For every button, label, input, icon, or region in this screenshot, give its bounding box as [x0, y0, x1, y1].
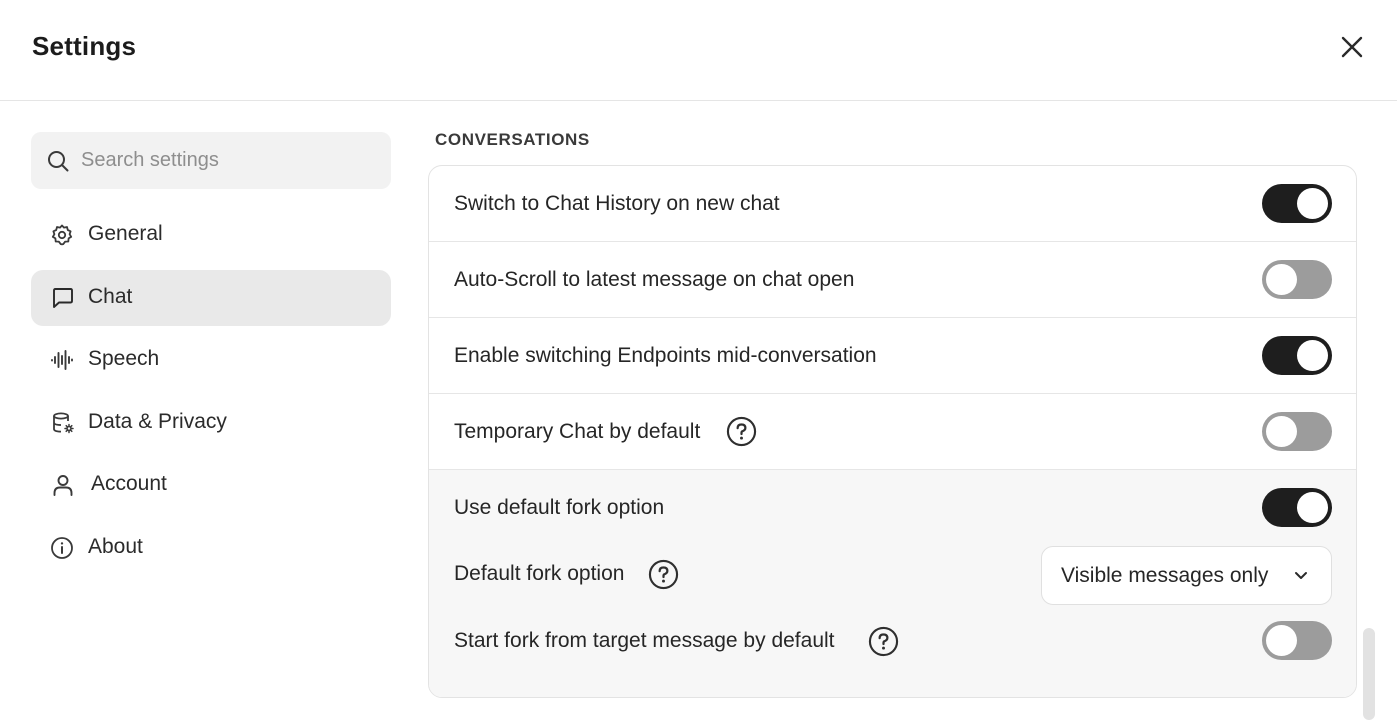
close-button[interactable] — [1334, 29, 1370, 65]
search-input[interactable] — [81, 132, 381, 189]
sidebar-item-label: Speech — [88, 347, 160, 370]
temporary-chat-toggle[interactable] — [1262, 412, 1332, 451]
sidebar-item-label: Account — [91, 472, 167, 495]
sidebar-item-label: Data & Privacy — [88, 410, 227, 433]
info-icon — [51, 537, 73, 559]
sidebar-item-data-privacy[interactable]: Data & Privacy — [31, 395, 391, 451]
use-default-fork-label: Use default fork option — [454, 496, 665, 519]
message-square-icon — [53, 288, 73, 308]
setting-row-chat-history: Switch to Chat History on new chat — [429, 166, 1356, 242]
dialog-title: Settings — [32, 31, 137, 61]
use-default-fork-toggle[interactable] — [1262, 488, 1332, 527]
toggle-knob — [1266, 416, 1297, 447]
search-icon — [48, 151, 69, 172]
toggle-knob — [1297, 492, 1328, 523]
gear-icon — [51, 224, 73, 246]
close-icon — [1341, 36, 1363, 58]
sidebar-item-speech[interactable]: Speech — [31, 332, 391, 388]
setting-label: Enable switching Endpoints mid-conversat… — [454, 344, 877, 367]
sidebar-item-about[interactable]: About — [31, 520, 391, 576]
sidebar-item-label: General — [88, 222, 163, 245]
help-icon[interactable] — [648, 559, 679, 590]
fork-settings-group: Use default fork option Default fork opt… — [429, 470, 1356, 697]
sidebar-item-label: About — [88, 535, 143, 558]
setting-label: Temporary Chat by default — [454, 420, 701, 443]
default-fork-option-select[interactable]: Visible messages only — [1041, 546, 1332, 605]
sidebar-item-chat[interactable]: Chat — [31, 270, 391, 326]
scrollbar-thumb[interactable] — [1363, 628, 1375, 720]
switch-endpoints-toggle[interactable] — [1262, 336, 1332, 375]
sidebar-item-label: Chat — [88, 285, 133, 308]
setting-row-temporary-chat: Temporary Chat by default — [429, 394, 1356, 470]
toggle-knob — [1297, 188, 1328, 219]
chat-history-toggle[interactable] — [1262, 184, 1332, 223]
search-box[interactable] — [31, 132, 391, 189]
settings-card: Switch to Chat History on new chat Auto-… — [428, 165, 1357, 698]
toggle-knob — [1297, 340, 1328, 371]
sidebar-item-account[interactable]: Account — [31, 457, 391, 513]
setting-label: Switch to Chat History on new chat — [454, 192, 780, 215]
dialog-header: Settings — [0, 0, 1397, 101]
toggle-knob — [1266, 625, 1297, 656]
section-title: CONVERSATIONS — [435, 130, 590, 149]
help-icon[interactable] — [868, 626, 899, 657]
setting-label: Auto-Scroll to latest message on chat op… — [454, 268, 855, 291]
start-fork-target-toggle[interactable] — [1262, 621, 1332, 660]
sidebar-item-general[interactable]: General — [31, 207, 391, 263]
settings-dialog: Settings General Chat Speech — [0, 0, 1397, 720]
audio-waveform-icon — [51, 350, 73, 370]
user-icon — [53, 475, 73, 496]
select-value: Visible messages only — [1061, 564, 1269, 587]
setting-row-switch-endpoints: Enable switching Endpoints mid-conversat… — [429, 318, 1356, 394]
auto-scroll-toggle[interactable] — [1262, 260, 1332, 299]
help-icon[interactable] — [726, 416, 757, 447]
start-fork-target-label: Start fork from target message by defaul… — [454, 629, 835, 652]
database-gear-icon — [53, 412, 74, 434]
chevron-down-icon — [1295, 572, 1307, 579]
toggle-knob — [1266, 264, 1297, 295]
setting-row-auto-scroll: Auto-Scroll to latest message on chat op… — [429, 242, 1356, 318]
default-fork-option-label: Default fork option — [454, 562, 625, 585]
